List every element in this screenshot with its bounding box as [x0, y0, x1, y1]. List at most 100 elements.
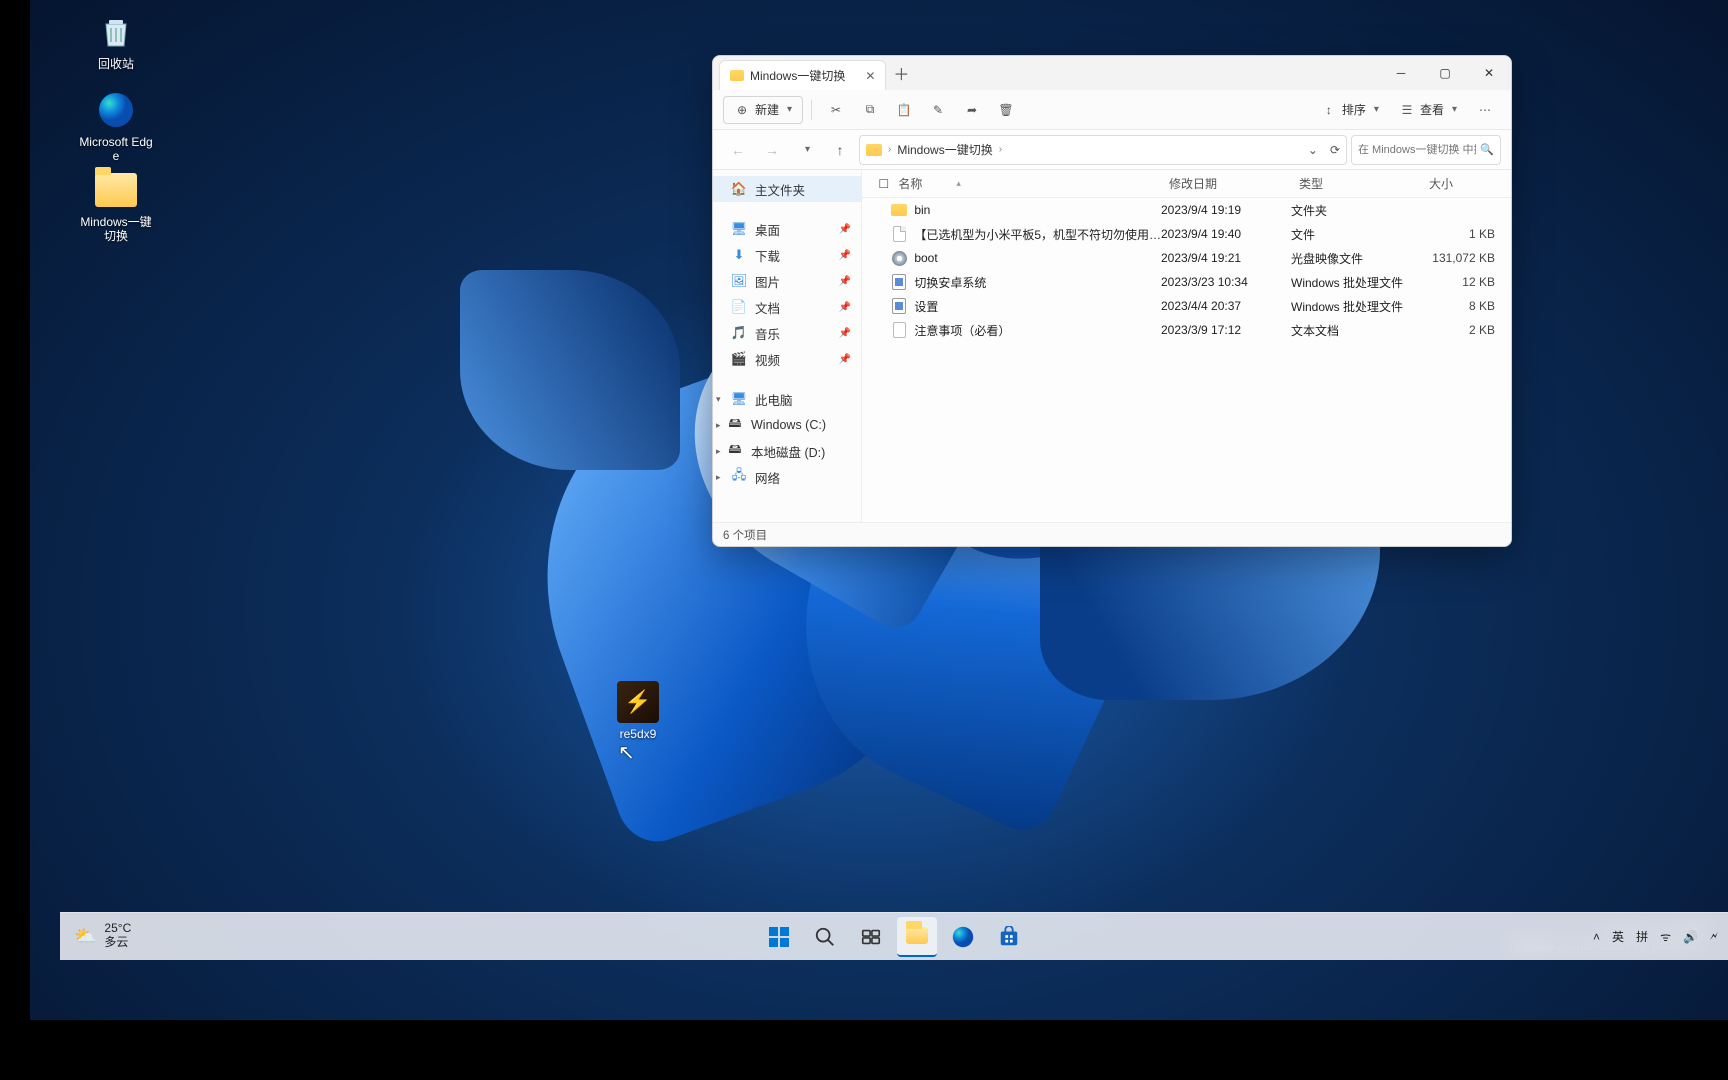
more-button[interactable]: ⋯ [1469, 96, 1501, 124]
nav-this-pc[interactable]: ▾ 🖥 此电脑 [713, 386, 861, 412]
file-row[interactable]: 设置2023/4/4 20:37Windows 批处理文件8 KB [862, 294, 1511, 318]
navigation-pane[interactable]: 🏠 主文件夹 🖥 桌面 📌 ⬇ 下载 📌 🖼 图片 📌 [713, 170, 862, 522]
nav-pictures[interactable]: 🖼 图片 📌 [713, 268, 861, 294]
wallpaper-shape [460, 270, 680, 470]
system-tray: ˄ 英 拼 ᯤ 🔊 🗲 [1593, 928, 1718, 945]
nav-documents[interactable]: 📄 文档 📌 [713, 294, 861, 320]
start-button[interactable] [759, 917, 799, 957]
desktop-icon-re5dx9[interactable]: ⚡ re5dx9 [600, 680, 676, 741]
task-view-button[interactable] [851, 917, 891, 957]
dropdown-arrow[interactable]: ⌄ [1308, 143, 1318, 157]
select-all-checkbox[interactable]: ☐ [870, 177, 890, 191]
taskbar-app-explorer[interactable] [897, 917, 937, 957]
share-button[interactable]: ➦ [956, 96, 988, 124]
file-icon [890, 297, 908, 315]
file-row[interactable]: 注意事项（必看）2023/3/9 17:12文本文档2 KB [862, 318, 1511, 342]
file-row[interactable]: boot2023/9/4 19:21光盘映像文件131,072 KB [862, 246, 1511, 270]
nav-label: 图片 [755, 272, 780, 291]
expand-icon[interactable]: ▸ [716, 472, 721, 483]
column-size[interactable]: 大小 [1421, 175, 1511, 192]
refresh-button[interactable]: ⟳ [1330, 143, 1340, 157]
desktop-icon-recycle-bin[interactable]: 回收站 [78, 10, 154, 71]
new-button[interactable]: ⊕ 新建 ▾ [723, 96, 803, 124]
column-date[interactable]: 修改日期 [1161, 175, 1291, 192]
delete-button[interactable]: 🗑 [990, 96, 1022, 124]
nav-drive-d[interactable]: ▸ 🖴 本地磁盘 (D:) [713, 438, 861, 464]
taskbar-app-edge[interactable] [943, 917, 983, 957]
address-bar[interactable]: › Mindows一键切换 › ⌄ ⟳ [859, 135, 1347, 165]
paste-button[interactable]: 📋 [888, 96, 920, 124]
explorer-nav-row: ← → ▾ ↑ › Mindows一键切换 › ⌄ ⟳ 🔍 [713, 130, 1511, 170]
tab-close-button[interactable]: ✕ [865, 69, 875, 83]
window-close-button[interactable]: ✕ [1467, 56, 1511, 90]
file-icon [890, 273, 908, 291]
nav-recent-button[interactable]: ▾ [791, 135, 821, 165]
search-box[interactable]: 🔍 [1351, 135, 1501, 165]
cut-button[interactable]: ✂ [820, 96, 852, 124]
file-row[interactable]: 【已选机型为小米平板5，机型不符切勿使用…2023/9/4 19:40文件1 K… [862, 222, 1511, 246]
battery-icon[interactable]: 🗲 [1710, 929, 1718, 944]
file-explorer-window[interactable]: Mindows一键切换 ✕ ＋ ─ ▢ ✕ ⊕ 新建 ▾ ✂ ⧉ 📋 ✎ [712, 55, 1512, 547]
view-button[interactable]: ☰ 查看 ▾ [1391, 96, 1465, 124]
expand-icon[interactable]: ▸ [716, 446, 721, 457]
file-date: 2023/9/4 19:40 [1161, 227, 1291, 241]
taskbar[interactable]: ⛅ 25°C 多云 [60, 912, 1728, 960]
folder-icon [94, 168, 138, 212]
file-row[interactable]: bin2023/9/4 19:19文件夹 [862, 198, 1511, 222]
nav-forward-button[interactable]: → [757, 135, 787, 165]
nav-back-button[interactable]: ← [723, 135, 753, 165]
sort-button[interactable]: ↕ 排序 ▾ [1313, 96, 1387, 124]
file-date: 2023/3/9 17:12 [1161, 323, 1291, 337]
wifi-icon[interactable]: ᯤ [1660, 928, 1671, 945]
nav-network[interactable]: ▸ 🖧 网络 [713, 464, 861, 490]
ime-lang[interactable]: 英 [1612, 928, 1624, 945]
copy-button[interactable]: ⧉ [854, 96, 886, 124]
search-input[interactable] [1358, 144, 1476, 156]
recycle-bin-icon [94, 10, 138, 54]
desktop-icon-edge[interactable]: Microsoft Edge [78, 88, 154, 164]
nav-up-button[interactable]: ↑ [825, 135, 855, 165]
nav-videos[interactable]: 🎬 视频 📌 [713, 346, 861, 372]
taskbar-app-store[interactable] [989, 917, 1029, 957]
explorer-tab[interactable]: Mindows一键切换 ✕ [719, 60, 886, 90]
file-name: 注意事项（必看） [914, 322, 1010, 339]
tray-overflow[interactable]: ˄ [1593, 930, 1600, 944]
document-icon: 📄 [731, 299, 747, 315]
window-minimize-button[interactable]: ─ [1379, 56, 1423, 90]
file-row[interactable]: 切换安卓系统2023/3/23 10:34Windows 批处理文件12 KB [862, 270, 1511, 294]
search-button[interactable] [805, 917, 845, 957]
window-titlebar[interactable]: Mindows一键切换 ✕ ＋ ─ ▢ ✕ [713, 56, 1511, 90]
nav-downloads[interactable]: ⬇ 下载 📌 [713, 242, 861, 268]
chevron-down-icon: ▾ [1452, 104, 1457, 115]
column-name[interactable]: 名称▴ [890, 175, 1161, 192]
rename-button[interactable]: ✎ [922, 96, 954, 124]
status-bar: 6 个项目 [713, 522, 1511, 546]
window-maximize-button[interactable]: ▢ [1423, 56, 1467, 90]
ime-mode[interactable]: 拼 [1636, 928, 1648, 945]
nav-music[interactable]: 🎵 音乐 📌 [713, 320, 861, 346]
item-count: 6 个项目 [723, 527, 767, 543]
file-name: boot [914, 251, 937, 265]
volume-icon[interactable]: 🔊 [1683, 930, 1698, 944]
nav-label: 音乐 [755, 324, 780, 343]
new-tab-button[interactable]: ＋ [886, 56, 916, 90]
expand-icon[interactable]: ▾ [716, 394, 721, 405]
nav-home[interactable]: 🏠 主文件夹 [713, 176, 861, 202]
desktop-icon-mindows-folder[interactable]: Mindows一键切换 [78, 168, 154, 244]
view-icon: ☰ [1399, 102, 1415, 118]
nav-desktop[interactable]: 🖥 桌面 📌 [713, 216, 861, 242]
expand-icon[interactable]: ▸ [716, 420, 721, 431]
file-size: 12 KB [1421, 275, 1511, 289]
nav-drive-c[interactable]: ▸ 🖴 Windows (C:) [713, 412, 861, 438]
breadcrumb-item[interactable]: Mindows一键切换 [897, 141, 992, 158]
pin-icon: 📌 [839, 276, 851, 287]
weather-widget[interactable]: ⛅ 25°C 多云 [60, 912, 145, 960]
desktop[interactable]: 回收站 Microsoft Edge Mindows一键切换 ⚡ re5dx9 … [30, 0, 1728, 1020]
file-list[interactable]: bin2023/9/4 19:19文件夹【已选机型为小米平板5，机型不符切勿使用… [862, 198, 1511, 522]
paste-icon: 📋 [896, 102, 912, 118]
weather-temp: 25°C [104, 922, 131, 936]
file-type: 文本文档 [1291, 322, 1421, 339]
pin-icon: 📌 [839, 250, 851, 261]
column-type[interactable]: 类型 [1291, 175, 1421, 192]
network-icon: 🖧 [731, 469, 747, 485]
